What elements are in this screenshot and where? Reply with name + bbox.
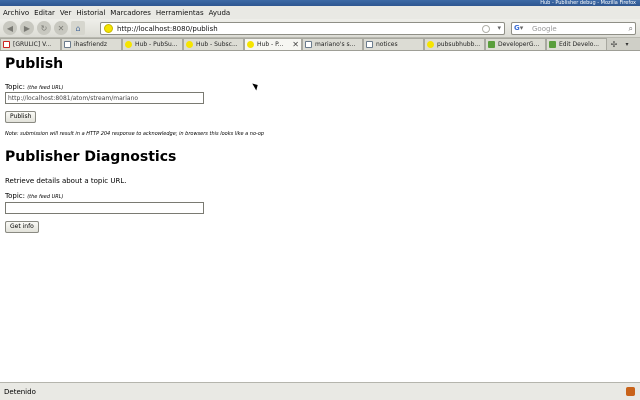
gmail-icon (3, 41, 10, 48)
home-icon: ⌂ (75, 23, 81, 33)
reload-button[interactable]: ↻ (37, 21, 51, 35)
yellow-dot-icon (247, 41, 254, 48)
tab-label: pubsubhubb... (437, 41, 481, 48)
get-info-button[interactable]: Get info (5, 221, 39, 233)
extension-status-icon[interactable] (626, 387, 635, 396)
tab-label: Hub - P... (257, 41, 284, 48)
url-text: http://localhost:8080/publish (117, 24, 218, 33)
menu-marcadores[interactable]: Marcadores (110, 9, 151, 17)
publish-button[interactable]: Publish (5, 111, 37, 123)
tab-hub-publish-active[interactable]: Hub - P... ✕ (244, 38, 302, 50)
home-button[interactable]: ⌂ (71, 21, 85, 35)
tab-marianos[interactable]: mariano's s... (302, 38, 363, 50)
diagnostics-description: Retrieve details about a topic URL. (5, 177, 127, 185)
status-bar: Detenido (0, 382, 640, 400)
tab-label: Edit Develo... (559, 41, 600, 48)
google-engine-icon[interactable]: G ▾ (514, 24, 526, 34)
tab-notices[interactable]: notices (363, 38, 424, 50)
puzzle-icon (549, 41, 556, 48)
site-favicon-icon (104, 24, 113, 33)
topic-label-text: Topic: (5, 192, 25, 200)
topic-hint: (the feed URL) (27, 194, 64, 200)
tab-label: Hub - PubSu... (135, 41, 178, 48)
diagnostics-heading: Publisher Diagnostics (5, 149, 177, 165)
topic-hint: (the feed URL) (27, 85, 64, 91)
menu-ver[interactable]: Ver (60, 9, 71, 17)
forward-arrow-icon: ▶ (23, 23, 31, 33)
bookmark-star-icon[interactable] (482, 25, 490, 33)
new-tab-icon[interactable]: ✢ (607, 38, 621, 50)
tab-list-dropdown-icon[interactable]: ▾ (621, 38, 633, 50)
puzzle-icon (488, 41, 495, 48)
menubar: Archivo Editar Ver Historial Marcadores … (0, 6, 640, 19)
tab-label: notices (376, 41, 398, 48)
menu-archivo[interactable]: Archivo (3, 9, 29, 17)
topic-label-text: Topic: (5, 83, 25, 91)
url-bar[interactable]: http://localhost:8080/publish ▾ (100, 22, 505, 35)
publish-topic-label: Topic: (the feed URL) (5, 83, 64, 91)
page-content: Publish Topic: (the feed URL) Publish No… (0, 52, 640, 382)
tab-edit-developer[interactable]: Edit Develo... (546, 38, 607, 50)
status-text: Detenido (4, 387, 36, 396)
close-tab-icon[interactable]: ✕ (292, 40, 299, 49)
yellow-dot-icon (125, 41, 132, 48)
tab-label: ihasfriendz (74, 41, 107, 48)
tab-grulic[interactable]: [GRULIC] V... (0, 38, 61, 50)
stop-button[interactable]: ✕ (54, 21, 68, 35)
tab-label: [GRULIC] V... (13, 41, 52, 48)
menu-ayuda[interactable]: Ayuda (209, 9, 231, 17)
back-button[interactable]: ◀ (3, 21, 17, 35)
diagnostics-topic-input[interactable] (5, 202, 204, 214)
reload-icon: ↻ (40, 23, 48, 33)
search-icon[interactable]: ⌕ (629, 24, 633, 34)
tab-developerg[interactable]: DeveloperG... (485, 38, 546, 50)
stop-icon: ✕ (57, 23, 65, 33)
search-bar[interactable]: G ▾ Google ⌕ (511, 22, 636, 35)
publish-topic-input[interactable] (5, 92, 204, 104)
diagnostics-topic-label: Topic: (the feed URL) (5, 192, 64, 200)
forward-button[interactable]: ▶ (20, 21, 34, 35)
publish-note: Note: submission will result in a HTTP 2… (5, 131, 265, 137)
url-dropdown-icon[interactable]: ▾ (497, 24, 501, 32)
search-placeholder: Google (532, 24, 557, 33)
page-icon (305, 41, 312, 48)
tab-label: Hub - Subsc... (196, 41, 238, 48)
back-arrow-icon: ◀ (6, 23, 14, 33)
page-icon (366, 41, 373, 48)
tab-ihasfriendz[interactable]: ihasfriendz (61, 38, 122, 50)
tab-label: DeveloperG... (498, 41, 540, 48)
tab-hub-pubsub[interactable]: Hub - PubSu... (122, 38, 183, 50)
page-icon (64, 41, 71, 48)
publish-heading: Publish (5, 56, 64, 72)
menu-historial[interactable]: Historial (76, 9, 105, 17)
tab-hub-subscribe[interactable]: Hub - Subsc... (183, 38, 244, 50)
menu-editar[interactable]: Editar (34, 9, 55, 17)
menu-herramientas[interactable]: Herramientas (156, 9, 204, 17)
navigation-toolbar: ◀ ▶ ↻ ✕ ⌂ http://localhost:8080/publish … (0, 19, 640, 38)
yellow-dot-icon (427, 41, 434, 48)
yellow-dot-icon (186, 41, 193, 48)
tab-label: mariano's s... (315, 41, 356, 48)
tab-strip: [GRULIC] V... ihasfriendz Hub - PubSu...… (0, 38, 640, 51)
tab-pubsubhubbub[interactable]: pubsubhubb... (424, 38, 485, 50)
